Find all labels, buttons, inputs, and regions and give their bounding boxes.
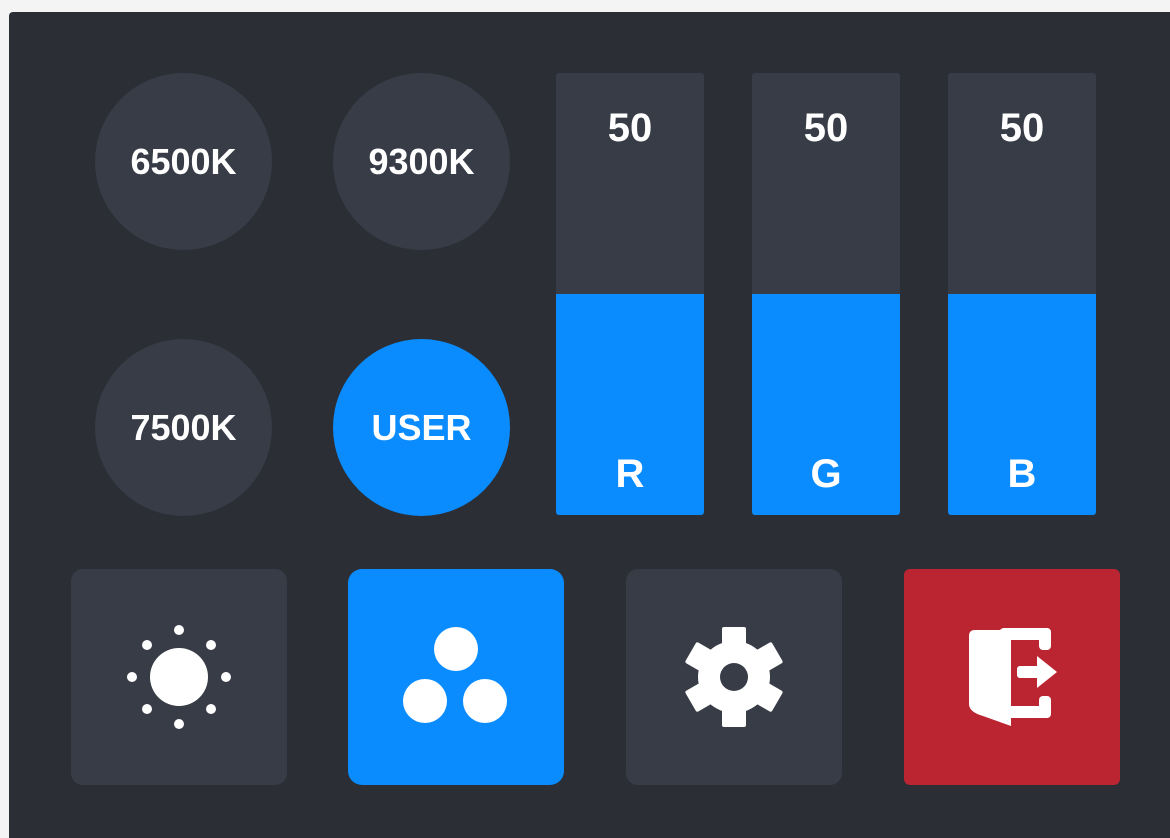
brightness-icon — [127, 625, 231, 729]
green-slider[interactable]: 50 G — [752, 73, 900, 515]
red-value: 50 — [607, 106, 653, 150]
blue-channel-label: B — [1007, 452, 1037, 496]
settings-button[interactable] — [626, 569, 842, 785]
color-mode-button[interactable] — [348, 569, 564, 785]
preset-7500k-button[interactable]: 7500K — [95, 339, 272, 516]
color-settings-panel: 6500K 9300K 7500K USER 50 R 50 G 50 B — [9, 12, 1170, 838]
color-circles-icon — [403, 627, 507, 723]
red-slider[interactable]: 50 R — [556, 73, 704, 515]
blue-value: 50 — [999, 106, 1045, 150]
preset-9300k-button[interactable]: 9300K — [333, 73, 510, 250]
blue-slider[interactable]: 50 B — [948, 73, 1096, 515]
exit-button[interactable] — [904, 569, 1120, 785]
preset-user-button[interactable]: USER — [333, 339, 510, 516]
green-value: 50 — [803, 106, 849, 150]
gear-icon — [685, 627, 783, 727]
red-channel-label: R — [615, 452, 645, 496]
preset-6500k-button[interactable]: 6500K — [95, 73, 272, 250]
exit-icon — [969, 628, 1057, 726]
brightness-button[interactable] — [71, 569, 287, 785]
green-channel-label: G — [810, 452, 842, 496]
